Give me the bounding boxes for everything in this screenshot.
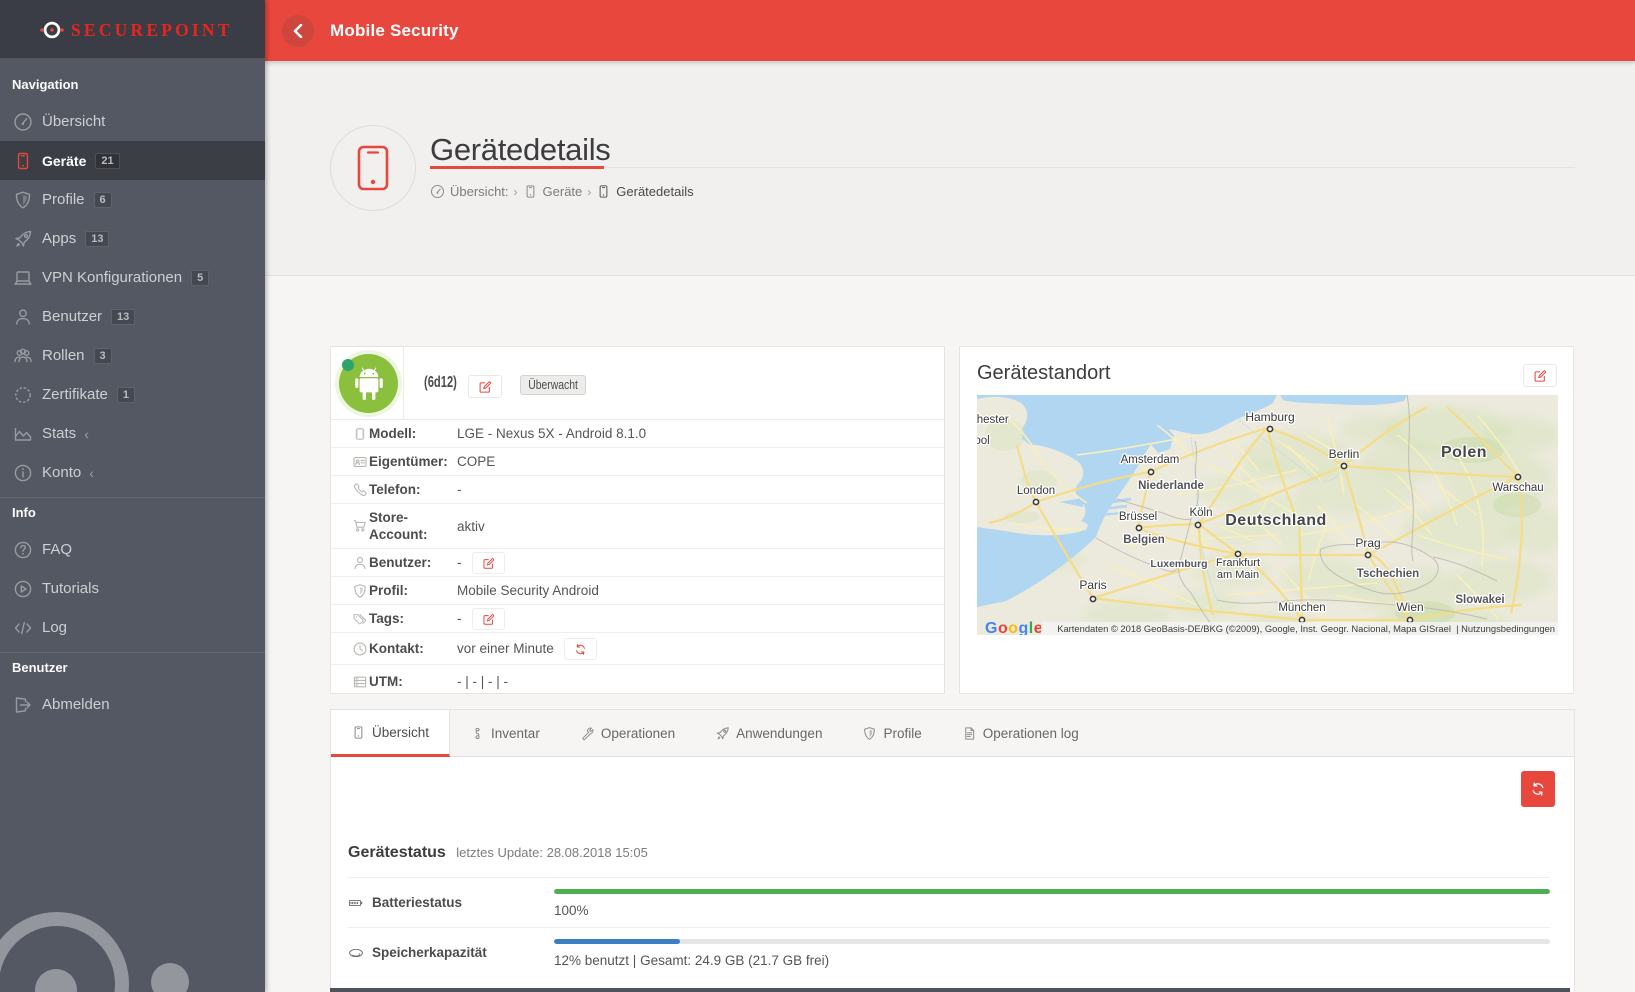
svg-text:Slowakei: Slowakei xyxy=(1455,594,1504,606)
svg-text:Köln: Köln xyxy=(1189,507,1212,519)
svg-text:Luxemburg: Luxemburg xyxy=(1150,558,1207,570)
svg-text:Niederlande: Niederlande xyxy=(1138,480,1204,492)
svg-text:London: London xyxy=(1017,485,1055,497)
svg-text:Belgien: Belgien xyxy=(1123,534,1165,546)
svg-text:Berlin: Berlin xyxy=(1329,447,1360,461)
svg-text:am Main: am Main xyxy=(1217,569,1259,581)
svg-text:Amsterdam: Amsterdam xyxy=(1121,454,1180,466)
svg-text:Wien: Wien xyxy=(1396,600,1423,614)
svg-text:SECUREPOINT: SECUREPOINT xyxy=(71,20,233,40)
svg-text:München: München xyxy=(1278,602,1325,614)
svg-text:Brüssel: Brüssel xyxy=(1119,511,1157,523)
svg-text:pool: pool xyxy=(977,435,990,447)
svg-text:Polen: Polen xyxy=(1441,444,1487,461)
svg-text:Prag: Prag xyxy=(1355,536,1380,550)
svg-text:Frankfurt: Frankfurt xyxy=(1216,557,1260,569)
svg-text:Hamburg: Hamburg xyxy=(1245,410,1294,424)
svg-text:Google: Google xyxy=(985,620,1043,635)
svg-text:Paris: Paris xyxy=(1079,578,1106,592)
svg-text:chester: chester xyxy=(977,414,1009,426)
svg-text:Kartendaten © 2018 GeoBasis-DE: Kartendaten © 2018 GeoBasis-DE/BKG (©200… xyxy=(1057,623,1555,634)
svg-text:Warschau: Warschau xyxy=(1492,482,1543,494)
svg-text:Tschechien: Tschechien xyxy=(1357,568,1419,580)
svg-text:Deutschland: Deutschland xyxy=(1225,512,1327,529)
